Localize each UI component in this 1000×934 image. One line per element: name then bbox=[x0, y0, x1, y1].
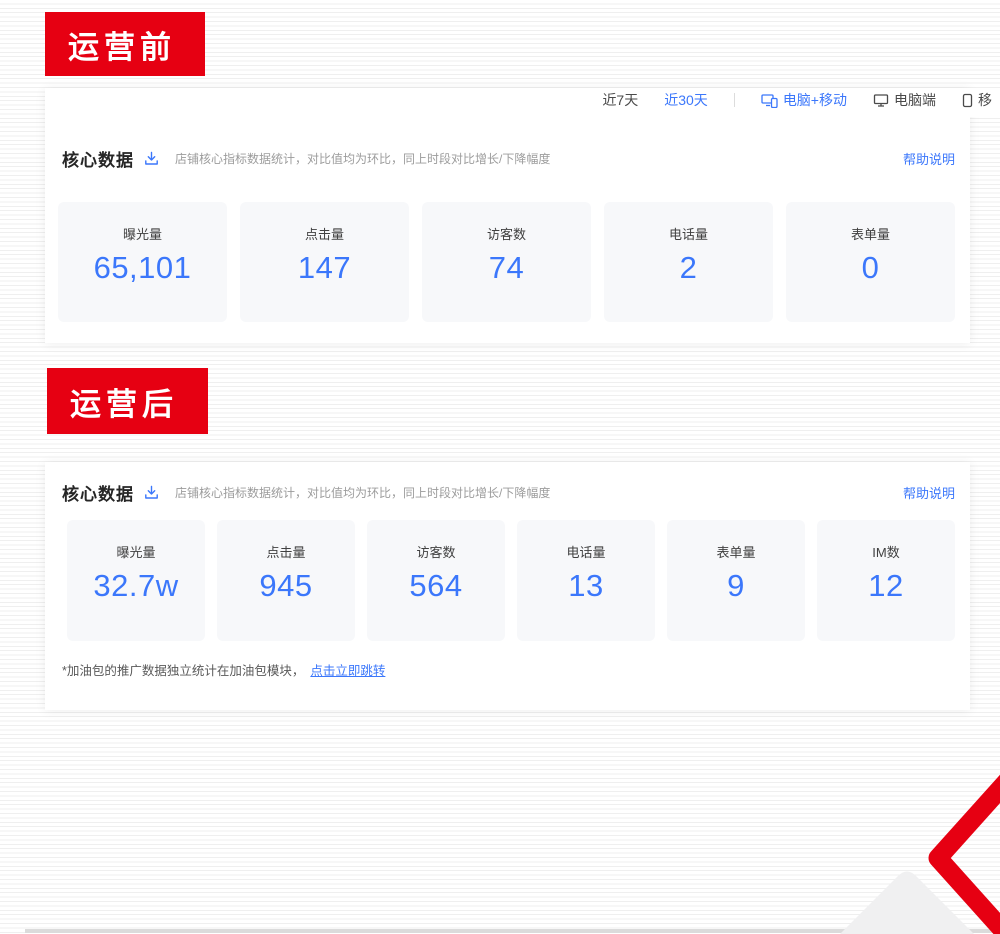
core-data-panel-after: 核心数据 店铺核心指标数据统计，对比值均为环比，同上时段对比增长/下降幅度 帮助… bbox=[45, 462, 970, 710]
footnote-text: *加油包的推广数据独立统计在加油包模块， bbox=[62, 660, 304, 679]
metric-value: 564 bbox=[367, 568, 505, 604]
panel-description: 店铺核心指标数据统计，对比值均为环比，同上时段对比增长/下降幅度 bbox=[175, 484, 550, 501]
panel-header-after: 核心数据 店铺核心指标数据统计，对比值均为环比，同上时段对比增长/下降幅度 帮助… bbox=[62, 480, 955, 505]
metric-tile: 电话量 2 bbox=[604, 202, 773, 322]
device-toggle-mobile[interactable]: 移 bbox=[962, 90, 992, 110]
metric-value: 74 bbox=[422, 250, 591, 286]
help-link[interactable]: 帮助说明 bbox=[903, 149, 955, 168]
metric-value: 13 bbox=[517, 568, 655, 604]
metric-value: 32.7w bbox=[67, 568, 205, 604]
metric-label: 曝光量 bbox=[58, 202, 227, 243]
metric-label: 表单量 bbox=[786, 202, 955, 243]
metric-value: 945 bbox=[217, 568, 355, 604]
metric-value: 65,101 bbox=[58, 250, 227, 286]
metric-label: 点击量 bbox=[240, 202, 409, 243]
panel-title: 核心数据 bbox=[62, 146, 134, 171]
metric-value: 2 bbox=[604, 250, 773, 286]
monitor-phone-icon bbox=[761, 93, 778, 108]
red-chevron-decoration bbox=[880, 770, 1000, 934]
metric-label: 表单量 bbox=[667, 520, 805, 561]
download-icon[interactable] bbox=[144, 151, 159, 166]
toolbar-divider bbox=[734, 93, 735, 107]
metric-tile: 电话量 13 bbox=[517, 520, 655, 641]
section-badge-after: 运营后 bbox=[47, 368, 208, 434]
panel-header-before: 核心数据 店铺核心指标数据统计，对比值均为环比，同上时段对比增长/下降幅度 帮助… bbox=[62, 146, 955, 171]
footnote: *加油包的推广数据独立统计在加油包模块， 点击立即跳转 bbox=[62, 660, 385, 679]
metric-label: 电话量 bbox=[604, 202, 773, 243]
phone-icon bbox=[962, 93, 973, 108]
metric-value: 0 bbox=[786, 250, 955, 286]
metric-tiles-before: 曝光量 65,101 点击量 147 访客数 74 电话量 2 bbox=[58, 202, 955, 322]
metric-tile: 访客数 74 bbox=[422, 202, 591, 322]
panel-title: 核心数据 bbox=[62, 480, 134, 505]
tab-last-7-days[interactable]: 近7天 bbox=[602, 90, 638, 110]
metric-tile: 曝光量 32.7w bbox=[67, 520, 205, 641]
metric-label: 访客数 bbox=[367, 520, 505, 561]
metric-label: 曝光量 bbox=[67, 520, 205, 561]
section-badge-after-label: 运营后 bbox=[70, 379, 178, 424]
section-badge-before: 运营前 bbox=[45, 12, 205, 76]
metric-label: 访客数 bbox=[422, 202, 591, 243]
metric-label: 电话量 bbox=[517, 520, 655, 561]
metric-tile: 访客数 564 bbox=[367, 520, 505, 641]
device-toggle-pc-mobile[interactable]: 电脑+移动 bbox=[761, 90, 847, 110]
metric-tile: 表单量 0 bbox=[786, 202, 955, 322]
metric-tile: 点击量 945 bbox=[217, 520, 355, 641]
help-link[interactable]: 帮助说明 bbox=[903, 483, 955, 502]
page: 运营前 近7天 近30天 电脑+移动 bbox=[0, 0, 1000, 934]
metric-value: 147 bbox=[240, 250, 409, 286]
monitor-icon bbox=[873, 93, 889, 108]
tab-last-30-days[interactable]: 近30天 bbox=[664, 90, 708, 110]
metric-label: 点击量 bbox=[217, 520, 355, 561]
metric-tiles-after: 曝光量 32.7w 点击量 945 访客数 564 电话量 13 bbox=[67, 520, 955, 641]
panel-description: 店铺核心指标数据统计，对比值均为环比，同上时段对比增长/下降幅度 bbox=[175, 150, 550, 167]
metric-tile: IM数 12 bbox=[817, 520, 955, 641]
metric-tile: 表单量 9 bbox=[667, 520, 805, 641]
metric-value: 12 bbox=[817, 568, 955, 604]
download-icon[interactable] bbox=[144, 485, 159, 500]
footnote-jump-link[interactable]: 点击立即跳转 bbox=[310, 660, 385, 679]
device-toggle-pc[interactable]: 电脑端 bbox=[873, 90, 936, 110]
metric-tile: 曝光量 65,101 bbox=[58, 202, 227, 322]
core-data-panel-before: 近7天 近30天 电脑+移动 bbox=[45, 88, 970, 343]
date-device-toolbar: 近7天 近30天 电脑+移动 bbox=[45, 88, 1000, 117]
metric-tile: 点击量 147 bbox=[240, 202, 409, 322]
metric-value: 9 bbox=[667, 568, 805, 604]
section-badge-before-label: 运营前 bbox=[68, 22, 176, 67]
metric-label: IM数 bbox=[817, 520, 955, 561]
